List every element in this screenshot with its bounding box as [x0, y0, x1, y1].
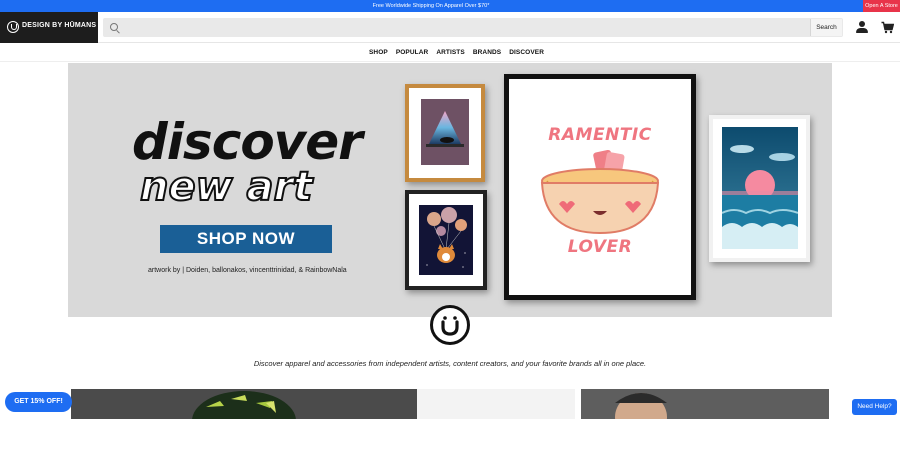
search-icon [110, 23, 118, 31]
search-input[interactable] [125, 18, 805, 37]
brand-badge-icon [430, 305, 470, 345]
nav-popular[interactable]: POPULAR [396, 44, 428, 62]
cart-icon[interactable] [881, 21, 895, 34]
open-store-link[interactable]: Open A Store [863, 0, 900, 12]
logo-text: DESIGN BY HŪMANS [22, 22, 97, 29]
framed-art-fox[interactable] [405, 190, 487, 290]
ramen-title: RAMENTIC [548, 125, 652, 145]
product-card-light[interactable] [417, 389, 575, 419]
shop-now-button[interactable]: SHOP NOW [160, 225, 332, 253]
search-bar: Search [103, 18, 843, 37]
nav-brands[interactable]: BRANDS [473, 44, 501, 62]
site-logo[interactable]: DESIGN BY HŪMANS [0, 12, 98, 43]
site-header: DESIGN BY HŪMANS Search [0, 12, 900, 43]
sunset-ocean-artwork [722, 127, 798, 249]
nav-discover[interactable]: DISCOVER [509, 44, 544, 62]
hero-headline-discover: discover [132, 113, 363, 171]
logo-mark-icon [7, 21, 19, 33]
shipping-promo-text[interactable]: Free Worldwide Shipping On Apparel Over … [0, 0, 862, 12]
nav-shop[interactable]: SHOP [369, 44, 388, 62]
product-card-shirt[interactable] [71, 389, 417, 419]
artwork-credit: artwork by | Doiden, ballonakos, vincent… [148, 267, 347, 274]
promo-bar: Free Worldwide Shipping On Apparel Over … [0, 0, 900, 12]
hero-headline-new-art: new art [139, 164, 313, 210]
product-card-portrait[interactable] [581, 389, 829, 419]
main-nav: SHOP POPULAR ARTISTS BRANDS DISCOVER [0, 44, 900, 62]
ramen-bowl-illustration [533, 147, 667, 242]
framed-art-mountain[interactable] [405, 84, 485, 182]
ramen-subtitle: LOVER [567, 237, 633, 257]
framed-art-ramen[interactable]: RAMENTIC LOVER [504, 74, 696, 300]
hero-banner[interactable]: discover new art SHOP NOW artwork by | D… [68, 63, 832, 317]
site-tagline: Discover apparel and accessories from in… [253, 359, 647, 368]
framed-art-sunset[interactable] [709, 115, 810, 262]
nav-artists[interactable]: ARTISTS [436, 44, 465, 62]
discount-promo-button[interactable]: GET 15% OFF! [5, 392, 72, 412]
fox-balloon-artwork [419, 205, 473, 275]
need-help-button[interactable]: Need Help? [852, 399, 897, 415]
mountain-bear-artwork [421, 99, 469, 165]
user-icon[interactable] [856, 21, 868, 34]
search-button[interactable]: Search [810, 19, 842, 36]
